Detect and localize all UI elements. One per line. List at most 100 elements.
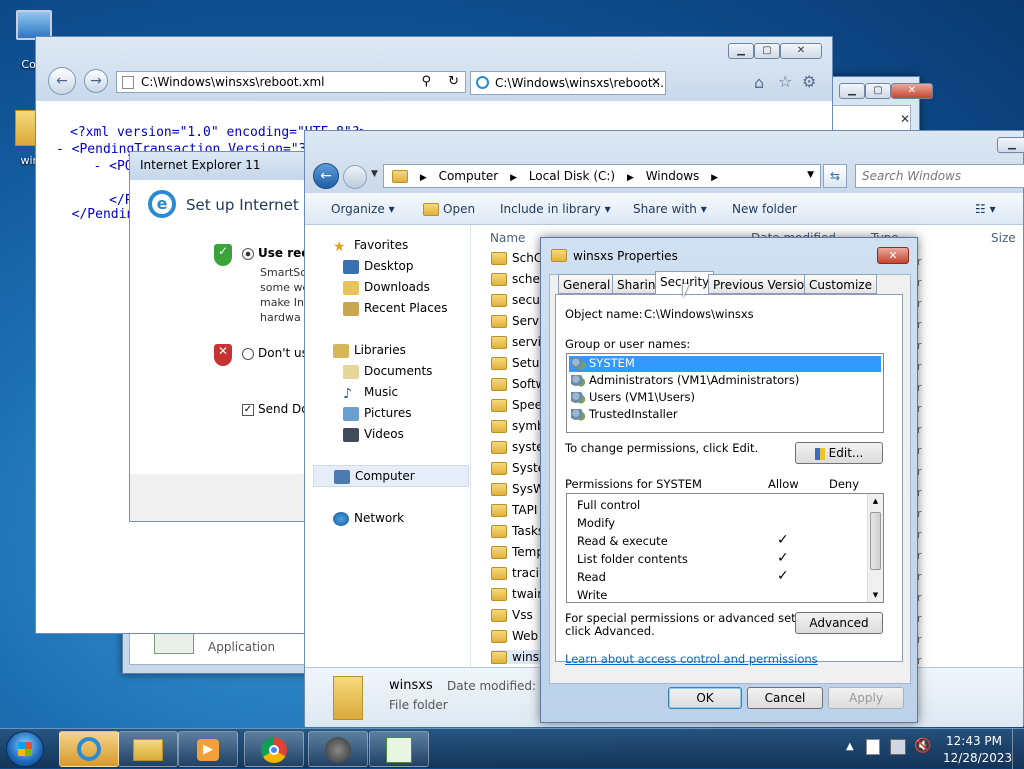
maximize-button[interactable]: ▢ [754,43,780,59]
start-button[interactable] [6,731,44,767]
ie-tab-icon [476,76,489,89]
folder-icon [491,399,507,412]
list-item-selected[interactable]: SYSTEM [569,356,881,372]
column-name[interactable]: Name [490,231,525,245]
forward-button[interactable]: → [84,69,108,93]
open-button[interactable]: Open [423,202,475,216]
breadcrumb[interactable]: ▶ Computer ▶ Local Disk (C:) ▶ Windows ▶… [383,164,821,188]
permission-allow-check: ✓ [777,550,789,566]
nav-videos[interactable]: Videos [343,427,404,442]
refresh-icon[interactable]: ↻ [448,74,459,89]
taskbar-explorer-button[interactable] [118,731,178,767]
breadcrumb-computer[interactable]: Computer [439,169,499,183]
address-text: C:\Windows\winsxs\reboot.xml [141,75,325,89]
edit-button[interactable]: Edit... [795,442,883,464]
action-center-icon[interactable] [866,739,880,755]
dont-use-radio[interactable] [242,348,254,360]
ie-logo-icon: e [148,190,176,218]
nav-downloads[interactable]: Downloads [343,280,430,295]
nav-recent-places[interactable]: Recent Places [343,301,447,316]
taskbar-media-button[interactable]: ▶ [178,731,238,767]
advanced-button[interactable]: Advanced [795,612,883,634]
permissions-list[interactable]: Full control Modify Read & execute ✓ Lis… [566,493,884,603]
back-button[interactable]: ← [48,67,76,95]
nav-music[interactable]: ♪ Music [343,385,398,402]
downloads-icon [343,280,359,295]
clock-date[interactable]: 12/28/2023 [943,751,1012,765]
ok-button[interactable]: OK [668,687,742,709]
properties-dialog[interactable]: winsxs Properties ✕ General Sharing Secu… [540,237,918,723]
close-button[interactable]: ✕ [891,83,933,99]
nav-favorites[interactable]: ★ Favorites [333,238,408,255]
learn-link[interactable]: Learn about access control and permissio… [565,652,818,666]
chevron-down-icon[interactable]: ▼ [807,170,814,180]
view-options-icon[interactable]: ☷ ▾ [975,202,996,216]
folder-icon [491,441,507,454]
uac-shield-icon [814,447,825,460]
close-icon[interactable]: ✕ [900,112,910,126]
column-size[interactable]: Size [991,231,1016,245]
xml-line: </Pendin [56,207,135,222]
include-in-library-menu[interactable]: Include in library ▾ [500,202,611,216]
network-status-icon[interactable] [890,739,906,755]
organize-menu[interactable]: Organize ▾ [331,202,395,216]
tab-general[interactable]: General [558,274,616,294]
new-folder-button[interactable]: New folder [732,202,797,216]
folder-icon [423,203,439,216]
folder-icon [491,504,507,517]
nav-desktop[interactable]: Desktop [343,259,414,274]
show-desktop-button[interactable] [1012,729,1024,769]
nav-documents[interactable]: Documents [343,364,432,379]
clock-time[interactable]: 12:43 PM [946,734,1002,748]
taskbar-ie-button[interactable] [59,731,119,767]
share-with-menu[interactable]: Share with ▾ [633,202,707,216]
send-checkbox[interactable]: ✓ [242,404,254,416]
back-button[interactable]: ← [313,163,339,189]
scroll-thumb[interactable] [870,512,881,570]
list-item[interactable]: Administrators (VM1\Administrators) [571,373,799,387]
breadcrumb-local-disk[interactable]: Local Disk (C:) [529,169,615,183]
folder-icon [491,462,507,475]
search-input[interactable]: Search Windows [855,164,1024,188]
minimize-button[interactable]: ▁ [997,137,1024,153]
minimize-button[interactable]: ▁ [728,43,754,59]
search-icon[interactable]: ⚲ [421,74,431,89]
scroll-down-icon[interactable]: ▼ [868,591,883,599]
recommended-radio[interactable] [242,248,254,260]
recent-pages-dropdown[interactable]: ▼ [371,169,378,179]
nav-network[interactable]: Network [333,511,404,526]
nav-libraries[interactable]: Libraries [333,343,406,358]
ie-setup-dialog[interactable]: Internet Explorer 11 e Set up Internet E… [129,151,329,522]
breadcrumb-windows[interactable]: Windows [646,169,700,183]
taskbar-app-button[interactable] [308,731,368,767]
cancel-button[interactable]: Cancel [747,687,823,709]
address-bar[interactable]: C:\Windows\winsxs\reboot.xml ⚲ ↻ [116,71,466,93]
refresh-button[interactable]: ⇆ [823,164,847,188]
close-button[interactable]: ✕ [780,43,822,59]
ie-tab[interactable]: C:\Windows\winsxs\reboot... ✕ [470,71,666,95]
nav-pictures[interactable]: Pictures [343,406,412,421]
show-hidden-icons[interactable]: ▲ [846,741,854,752]
close-button[interactable]: ✕ [877,247,909,264]
taskbar-editor-button[interactable] [369,731,429,767]
taskbar-chrome-button[interactable] [244,731,304,767]
setup-content: e Set up Internet Ex ✓ Use reco SmartSc … [130,180,328,474]
scroll-up-icon[interactable]: ▲ [868,497,883,505]
nav-computer[interactable]: Computer [313,465,469,487]
list-item[interactable]: Users (VM1\Users) [571,390,695,404]
tab-customize[interactable]: Customize [804,274,877,294]
user-list[interactable]: SYSTEM Administrators (VM1\Administrator… [566,353,884,433]
apply-button[interactable]: Apply [828,687,904,709]
maximize-button[interactable]: ▢ [865,83,891,99]
list-item[interactable]: TrustedInstaller [571,407,678,421]
setup-title: Internet Explorer 11 [140,158,261,172]
tab-close-icon[interactable]: ✕ [651,75,661,89]
volume-muted-icon[interactable]: 🔇 [914,738,931,754]
scrollbar[interactable]: ▲ ▼ [867,494,883,602]
forward-button[interactable] [343,165,367,189]
favorites-star-icon[interactable]: ☆ [778,72,792,91]
minimize-button[interactable]: ▁ [839,83,865,99]
home-icon[interactable]: ⌂ [754,73,764,92]
gear-icon[interactable]: ⚙ [802,72,816,91]
folder-icon [491,378,507,391]
